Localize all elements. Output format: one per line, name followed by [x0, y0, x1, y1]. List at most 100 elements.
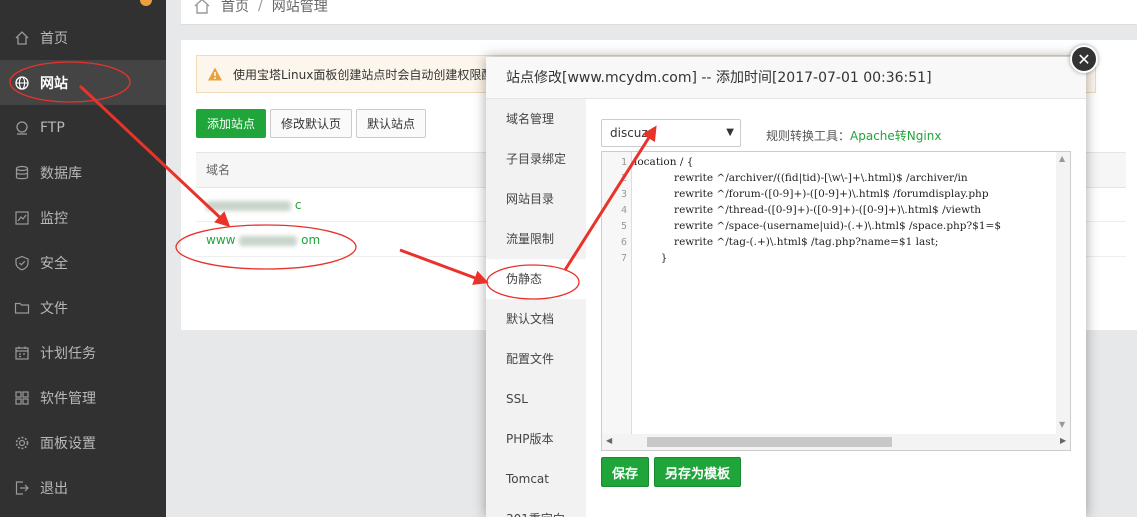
caret-down-icon: ▼ — [726, 127, 734, 138]
sidebar-item-files[interactable]: 文件 — [0, 285, 166, 330]
tab-subdirectory-binding[interactable]: 子目录绑定 — [486, 139, 586, 179]
site-domain-prefix: www — [206, 233, 236, 247]
tab-traffic-limit[interactable]: 流量限制 — [486, 219, 586, 259]
top-bar: 首页 / 网站管理 — [181, 0, 1137, 25]
ftp-icon — [14, 120, 30, 136]
sidebar-item-ftp[interactable]: FTP — [0, 105, 166, 150]
rule-converter: 规则转换工具：Apache转Nginx — [766, 127, 941, 144]
tab-site-directory[interactable]: 网站目录 — [486, 179, 586, 219]
scroll-up-icon[interactable]: ▲ — [1059, 154, 1065, 163]
home-icon — [14, 30, 30, 46]
sidebar-item-label: 首页 — [40, 30, 68, 47]
breadcrumb-current: 网站管理 — [271, 0, 328, 15]
sidebar-item-label: 数据库 — [40, 165, 82, 182]
grid-icon — [14, 390, 30, 406]
code-line: rewrite ^/thread-([0-9]+)-([0-9]+)-([0-9… — [634, 204, 982, 216]
sidebar-item-home[interactable]: 首页 — [0, 15, 166, 60]
code-line: location / { — [634, 156, 694, 168]
dialog-title: 站点修改[www.mcydm.com] -- 添加时间[2017-07-01 0… — [486, 57, 1086, 99]
folder-icon — [14, 300, 30, 316]
close-icon[interactable]: ✕ — [1070, 45, 1098, 73]
toolbar: 添加站点 修改默认页 默认站点 — [196, 109, 427, 138]
code-line: rewrite ^/archiver/((fid|tid)-[\w\-]+\.h… — [634, 172, 968, 184]
breadcrumb-separator: / — [258, 0, 263, 14]
breadcrumb-home[interactable]: 首页 — [221, 0, 249, 16]
sidebar-item-database[interactable]: 数据库 — [0, 150, 166, 195]
line-number: 1 — [620, 157, 627, 168]
dialog-tab-list: 域名管理 子目录绑定 网站目录 流量限制 伪静态 默认文档 配置文件 SSL P… — [486, 99, 586, 517]
scrollbar-thumb[interactable] — [647, 437, 892, 447]
rewrite-template-select[interactable]: discuz ▼ — [601, 119, 741, 147]
save-as-template-button[interactable]: 另存为模板 — [654, 457, 742, 487]
sidebar-item-label: FTP — [40, 119, 65, 136]
line-number-gutter: 1 2 3 4 5 6 7 — [602, 152, 632, 450]
line-number: 6 — [620, 237, 627, 248]
sidebar-item-label: 监控 — [40, 210, 68, 227]
vertical-scrollbar[interactable]: ▲ ▼ — [1056, 152, 1070, 434]
sidebar-item-settings[interactable]: 面板设置 — [0, 420, 166, 465]
line-number: 2 — [620, 173, 627, 184]
sidebar-item-label: 软件管理 — [40, 390, 96, 407]
line-number: 4 — [620, 205, 627, 216]
tab-config-file[interactable]: 配置文件 — [486, 339, 586, 379]
save-button[interactable]: 保存 — [601, 457, 650, 487]
column-domain: 域名 — [206, 163, 231, 177]
select-value: discuz — [610, 126, 648, 140]
sidebar-item-monitor[interactable]: 监控 — [0, 195, 166, 240]
sidebar-item-label: 文件 — [40, 300, 68, 317]
sidebar-item-label: 安全 — [40, 255, 68, 272]
redacted-text — [239, 235, 298, 246]
redacted-text — [206, 200, 291, 211]
code-line: rewrite ^/forum-([0-9]+)-([0-9]+)\.html$… — [634, 188, 989, 200]
tab-ssl[interactable]: SSL — [486, 379, 586, 419]
sidebar-item-label: 计划任务 — [40, 345, 96, 362]
site-edit-dialog: 站点修改[www.mcydm.com] -- 添加时间[2017-07-01 0… — [486, 57, 1086, 517]
sidebar-item-software[interactable]: 软件管理 — [0, 375, 166, 420]
tab-domain-management[interactable]: 域名管理 — [486, 99, 586, 139]
sidebar-item-label: 网站 — [40, 75, 68, 92]
default-site-button[interactable]: 默认站点 — [356, 109, 427, 138]
tab-default-document[interactable]: 默认文档 — [486, 299, 586, 339]
tab-tomcat[interactable]: Tomcat — [486, 459, 586, 499]
sidebar-item-website[interactable]: 网站 — [0, 60, 166, 105]
rule-converter-label: 规则转换工具： — [766, 129, 851, 143]
rewrite-code-editor[interactable]: 1 2 3 4 5 6 7 location / { rewrite ^/arc… — [601, 151, 1071, 451]
warning-text: 使用宝塔Linux面板创建站点时会自动创建权限配 — [233, 67, 494, 82]
sidebar-item-security[interactable]: 安全 — [0, 240, 166, 285]
code-line: rewrite ^/space-(username|uid)-(.+)\.htm… — [634, 220, 1001, 232]
sidebar-item-label: 退出 — [40, 480, 68, 497]
site-domain-suffix: c — [294, 198, 302, 212]
edit-default-page-button[interactable]: 修改默认页 — [270, 109, 353, 138]
add-site-button[interactable]: 添加站点 — [196, 109, 267, 138]
tab-301-redirect[interactable]: 301重定向 — [486, 499, 586, 517]
horizontal-scrollbar[interactable]: ◀ ▶ — [602, 434, 1070, 450]
code-line: } — [634, 252, 668, 264]
globe-icon — [14, 75, 30, 91]
sidebar-item-cron[interactable]: 计划任务 — [0, 330, 166, 375]
scroll-right-icon[interactable]: ▶ — [1060, 436, 1066, 445]
home-icon[interactable] — [193, 0, 211, 15]
tab-php-version[interactable]: PHP版本 — [486, 419, 586, 459]
code-line: rewrite ^/tag-(.+)\.html$ /tag.php?name=… — [634, 236, 939, 248]
scroll-left-icon[interactable]: ◀ — [606, 436, 612, 445]
line-number: 5 — [620, 221, 627, 232]
shield-icon — [14, 255, 30, 271]
monitor-icon — [14, 210, 30, 226]
gear-icon — [14, 435, 30, 451]
warning-icon — [208, 67, 222, 81]
line-number: 3 — [620, 189, 627, 200]
tab-rewrite[interactable]: 伪静态 — [486, 259, 586, 299]
line-number: 7 — [620, 253, 627, 264]
apache-to-nginx-link[interactable]: Apache转Nginx — [850, 129, 941, 143]
calendar-icon — [14, 345, 30, 361]
database-icon — [14, 165, 30, 181]
sidebar-item-logout[interactable]: 退出 — [0, 465, 166, 510]
sidebar: 首页 网站 FTP 数据库 监控 安全 文件 计划任务 软件管理 面板设置 退出 — [0, 0, 166, 517]
breadcrumb: 首页 / 网站管理 — [193, 0, 328, 16]
scroll-down-icon[interactable]: ▼ — [1059, 420, 1065, 429]
code-content[interactable]: location / { rewrite ^/archiver/((fid|ti… — [634, 152, 1054, 432]
sidebar-item-label: 面板设置 — [40, 435, 96, 452]
rewrite-panel: discuz ▼ 规则转换工具：Apache转Nginx 1 2 3 4 5 6… — [586, 99, 1086, 517]
logout-icon — [14, 480, 30, 496]
notification-badge — [140, 0, 152, 6]
